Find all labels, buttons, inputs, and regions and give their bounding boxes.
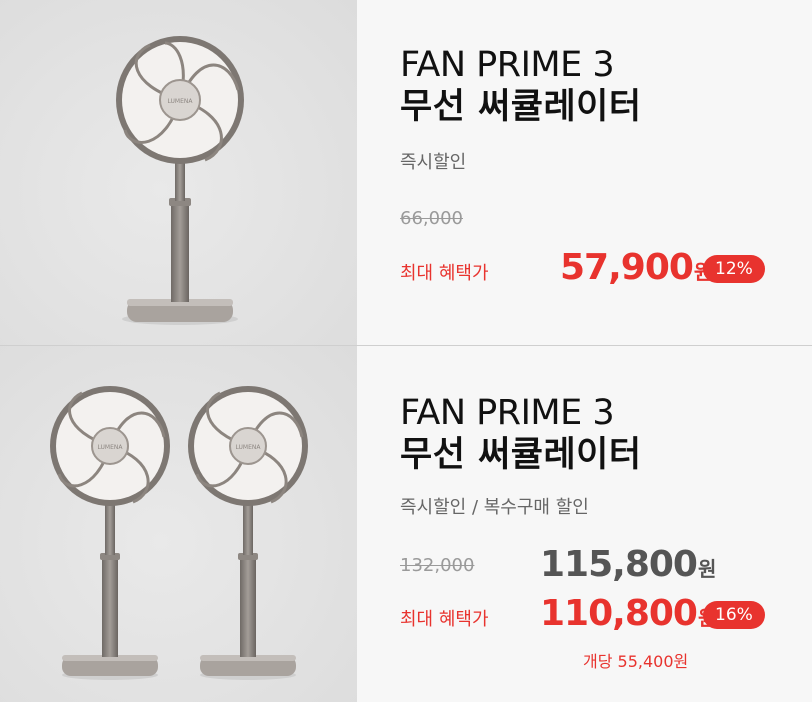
fan-logo-text: LUMENA — [168, 98, 194, 105]
final-price: 110,800원 — [540, 594, 716, 638]
fan-logo-text: LUMENA — [98, 444, 124, 451]
product-title-line1: FAN PRIME 3 — [400, 393, 615, 433]
product-title: FAN PRIME 3 무선 써큘레이터 — [400, 392, 642, 476]
final-price-value: 110,800 — [540, 593, 698, 634]
discount-badge: 16% — [703, 601, 765, 629]
fan-logo-text: LUMENA — [236, 444, 262, 451]
discount-type: 즉시할인 / 복수구매 할인 — [400, 497, 589, 518]
product-title: FAN PRIME 3 무선 써큘레이터 — [400, 44, 642, 128]
sale-price: 115,800원 — [540, 545, 716, 589]
discount-badge: 12% — [703, 255, 765, 283]
unit-price: 개당 55,400원 — [583, 652, 689, 671]
benefit-price-label: 최대 혜택가 — [400, 263, 489, 284]
product-card-double[interactable]: LUMENA LUMENA FAN PRIME 3 무선 써큘레이터 즉시할인 … — [0, 346, 812, 702]
discount-type: 즉시할인 — [400, 152, 467, 173]
original-price: 132,000 — [400, 555, 475, 576]
final-price: 57,900원 — [560, 248, 712, 292]
product-title-line2: 무선 써큘레이터 — [400, 87, 642, 127]
sale-price-value: 115,800 — [540, 544, 698, 585]
currency-unit: 원 — [697, 557, 717, 581]
product-title-line2: 무선 써큘레이터 — [400, 435, 642, 475]
product-title-line1: FAN PRIME 3 — [400, 45, 615, 85]
fan-pair-image: LUMENA LUMENA — [50, 386, 308, 680]
benefit-price-label: 최대 혜택가 — [400, 609, 489, 630]
original-price: 66,000 — [400, 208, 463, 229]
product-image-panel: LUMENA LUMENA — [0, 346, 357, 702]
product-image-panel: LUMENA — [0, 0, 357, 345]
product-card-single[interactable]: LUMENA FAN PRIME 3 무선 써큘레이터 즉시할인 66,000 … — [0, 0, 812, 345]
fan-image: LUMENA — [116, 36, 244, 325]
final-price-value: 57,900 — [560, 247, 694, 288]
